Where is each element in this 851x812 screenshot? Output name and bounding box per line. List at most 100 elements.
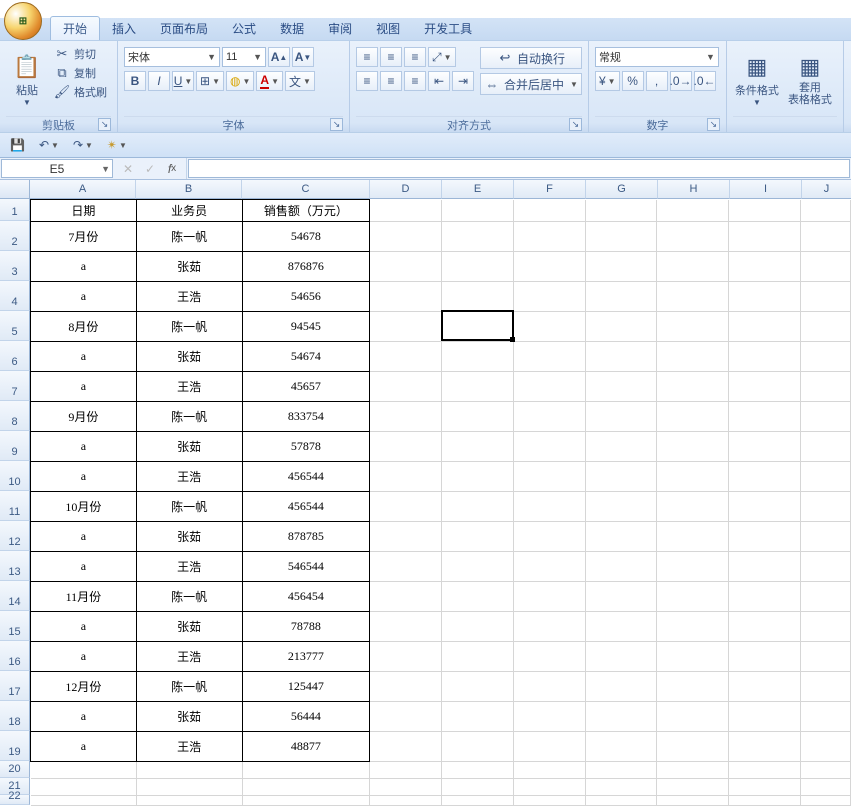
- row-header-20[interactable]: 20: [0, 761, 30, 778]
- cell[interactable]: [513, 462, 585, 492]
- cell[interactable]: [729, 702, 801, 732]
- cell[interactable]: [801, 282, 851, 312]
- align-bottom-button[interactable]: ≡: [404, 47, 426, 67]
- cell[interactable]: [370, 702, 442, 732]
- tab-formulas[interactable]: 公式: [220, 17, 268, 40]
- cell[interactable]: [442, 762, 514, 779]
- cell[interactable]: a: [31, 612, 137, 642]
- cell[interactable]: [513, 432, 585, 462]
- fx-button[interactable]: fx: [162, 160, 182, 178]
- cell[interactable]: [585, 552, 657, 582]
- cell[interactable]: [657, 762, 729, 779]
- row-header-3[interactable]: 3: [0, 251, 30, 281]
- column-header-I[interactable]: I: [730, 180, 802, 199]
- office-button[interactable]: ⊞: [4, 2, 42, 40]
- format-as-table-button[interactable]: ▦ 套用 表格格式: [783, 43, 837, 115]
- cell[interactable]: [370, 762, 442, 779]
- cell[interactable]: 张茹: [136, 612, 242, 642]
- cell[interactable]: 王浩: [136, 642, 242, 672]
- phonetic-button[interactable]: 文▼: [285, 71, 315, 91]
- row-header-18[interactable]: 18: [0, 701, 30, 731]
- cell[interactable]: [513, 762, 585, 779]
- tab-insert[interactable]: 插入: [100, 17, 148, 40]
- cell[interactable]: [442, 222, 514, 252]
- redo-button[interactable]: ↷▼: [69, 135, 97, 155]
- cell[interactable]: [801, 492, 851, 522]
- cell[interactable]: [801, 342, 851, 372]
- cell[interactable]: 12月份: [31, 672, 137, 702]
- row-header-10[interactable]: 10: [0, 461, 30, 491]
- cell[interactable]: a: [31, 732, 137, 762]
- cell[interactable]: [513, 779, 585, 796]
- cell[interactable]: [657, 796, 729, 806]
- cell[interactable]: [585, 796, 657, 806]
- tab-data[interactable]: 数据: [268, 17, 316, 40]
- cut-button[interactable]: ✂ 剪切: [50, 45, 111, 63]
- cell[interactable]: [370, 642, 442, 672]
- grow-font-button[interactable]: A▲: [268, 47, 290, 67]
- row-header-9[interactable]: 9: [0, 431, 30, 461]
- tab-view[interactable]: 视图: [364, 17, 412, 40]
- tab-page-layout[interactable]: 页面布局: [148, 17, 220, 40]
- cell[interactable]: [801, 462, 851, 492]
- cell[interactable]: a: [31, 552, 137, 582]
- tab-review[interactable]: 审阅: [316, 17, 364, 40]
- cell[interactable]: [729, 312, 801, 342]
- cell[interactable]: [442, 796, 514, 806]
- cell[interactable]: [729, 672, 801, 702]
- cell[interactable]: [657, 732, 729, 762]
- align-middle-button[interactable]: ≡: [380, 47, 402, 67]
- number-launcher[interactable]: ↘: [707, 118, 720, 131]
- cell[interactable]: [242, 796, 370, 806]
- decrease-decimal-button[interactable]: .0←: [694, 71, 716, 91]
- row-header-12[interactable]: 12: [0, 521, 30, 551]
- cell[interactable]: [657, 282, 729, 312]
- cell[interactable]: [513, 342, 585, 372]
- cell[interactable]: [513, 222, 585, 252]
- cell[interactable]: [585, 702, 657, 732]
- cell[interactable]: a: [31, 642, 137, 672]
- format-painter-button[interactable]: 🖌 格式刷: [50, 83, 111, 101]
- cell[interactable]: [585, 432, 657, 462]
- cell[interactable]: [442, 312, 514, 342]
- cell[interactable]: 8月份: [31, 312, 137, 342]
- row-header-11[interactable]: 11: [0, 491, 30, 521]
- cell[interactable]: [657, 612, 729, 642]
- font-launcher[interactable]: ↘: [330, 118, 343, 131]
- cell[interactable]: [31, 796, 137, 806]
- cell[interactable]: [442, 402, 514, 432]
- comma-button[interactable]: ,: [646, 71, 668, 91]
- row-header-5[interactable]: 5: [0, 311, 30, 341]
- cell[interactable]: [370, 552, 442, 582]
- cell[interactable]: 陈一帆: [136, 492, 242, 522]
- row-header-16[interactable]: 16: [0, 641, 30, 671]
- align-right-button[interactable]: ≡: [404, 71, 426, 91]
- cell[interactable]: [657, 312, 729, 342]
- cell[interactable]: [513, 312, 585, 342]
- cell[interactable]: [585, 312, 657, 342]
- font-name-combo[interactable]: 宋体 ▼: [124, 47, 220, 67]
- cell[interactable]: [585, 342, 657, 372]
- cell[interactable]: [801, 702, 851, 732]
- cell[interactable]: 45657: [242, 372, 370, 402]
- cell[interactable]: 10月份: [31, 492, 137, 522]
- cell[interactable]: [801, 372, 851, 402]
- merge-center-button[interactable]: ⇔ 合并后居中 ▼: [480, 73, 582, 95]
- cell[interactable]: [657, 402, 729, 432]
- cell[interactable]: [657, 342, 729, 372]
- cell[interactable]: a: [31, 462, 137, 492]
- cell[interactable]: [585, 522, 657, 552]
- cell[interactable]: a: [31, 432, 137, 462]
- cell[interactable]: [657, 582, 729, 612]
- cell[interactable]: [370, 432, 442, 462]
- cell[interactable]: [729, 732, 801, 762]
- cell[interactable]: [513, 492, 585, 522]
- cell[interactable]: [442, 612, 514, 642]
- cell[interactable]: 546544: [242, 552, 370, 582]
- cell[interactable]: [657, 702, 729, 732]
- cell[interactable]: [801, 252, 851, 282]
- cell[interactable]: 54678: [242, 222, 370, 252]
- cell[interactable]: [729, 342, 801, 372]
- tab-start[interactable]: 开始: [50, 16, 100, 40]
- cell[interactable]: [801, 779, 851, 796]
